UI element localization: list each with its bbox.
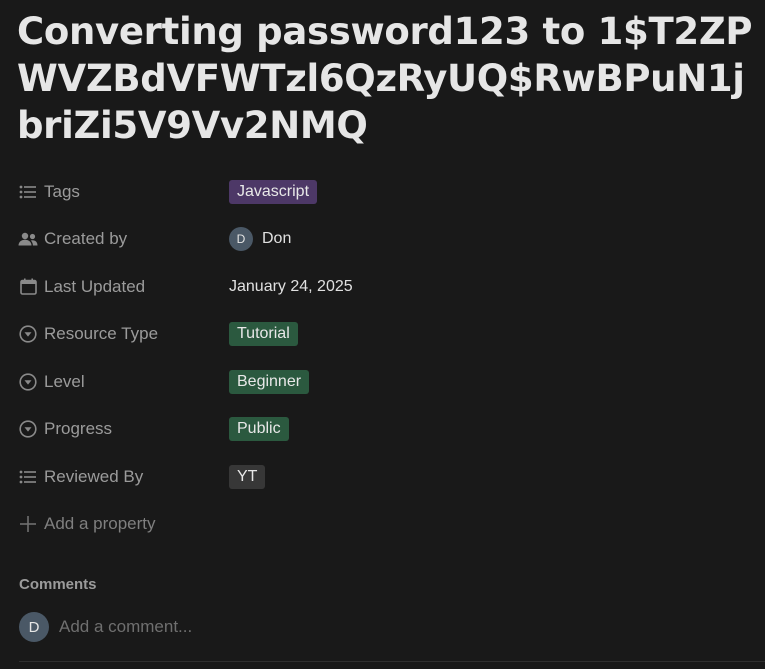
comments-heading: Comments bbox=[19, 576, 97, 593]
add-property-label[interactable]: Add a property bbox=[17, 514, 229, 534]
property-label-text: Progress bbox=[44, 419, 113, 439]
property-label-reviewed-by[interactable]: Reviewed By bbox=[17, 467, 229, 487]
property-label-text: Resource Type bbox=[44, 324, 159, 344]
select-icon bbox=[17, 372, 39, 392]
property-value-created-by[interactable]: D Don bbox=[229, 227, 292, 252]
property-row-reviewed-by: Reviewed By YT bbox=[17, 453, 737, 501]
property-label-text: Last Updated bbox=[44, 276, 146, 296]
list-icon bbox=[17, 182, 39, 202]
property-value-reviewed-by[interactable]: YT bbox=[229, 464, 266, 489]
property-value-resource-type[interactable]: Tutorial bbox=[229, 322, 298, 347]
creator-name: Don bbox=[262, 230, 292, 248]
tag-badge[interactable]: Javascript bbox=[229, 179, 318, 204]
people-icon bbox=[17, 229, 39, 249]
list-icon bbox=[17, 467, 39, 487]
property-row-last-updated: Last Updated January 24, 2025 bbox=[17, 263, 737, 311]
properties-panel: Tags Javascript Created by D Don Last Up… bbox=[17, 168, 737, 548]
property-label-text: Reviewed By bbox=[44, 466, 144, 486]
property-label-progress[interactable]: Progress bbox=[17, 419, 229, 439]
property-value-level[interactable]: Beginner bbox=[229, 369, 310, 394]
property-label-last-updated[interactable]: Last Updated bbox=[17, 277, 229, 297]
property-value-tags[interactable]: Javascript bbox=[229, 179, 318, 204]
page: Converting password123 to 1$T2ZPWVZBdVFW… bbox=[0, 0, 765, 669]
last-updated-date: January 24, 2025 bbox=[229, 277, 353, 295]
property-label-resource-type[interactable]: Resource Type bbox=[17, 324, 229, 344]
comment-composer: D bbox=[19, 612, 659, 642]
calendar-icon bbox=[17, 277, 39, 297]
property-row-resource-type: Resource Type Tutorial bbox=[17, 311, 737, 359]
page-title[interactable]: Converting password123 to 1$T2ZPWVZBdVFW… bbox=[17, 0, 757, 149]
property-value-last-updated: January 24, 2025 bbox=[229, 278, 353, 296]
select-badge[interactable]: Tutorial bbox=[229, 322, 298, 347]
property-label-level[interactable]: Level bbox=[17, 372, 229, 392]
avatar: D bbox=[229, 227, 253, 252]
avatar: D bbox=[19, 612, 49, 642]
select-badge[interactable]: Beginner bbox=[229, 369, 310, 394]
select-badge[interactable]: Public bbox=[229, 417, 289, 442]
divider bbox=[19, 661, 765, 662]
property-value-progress[interactable]: Public bbox=[229, 417, 289, 442]
select-icon bbox=[17, 419, 39, 439]
property-row-progress: Progress Public bbox=[17, 406, 737, 454]
property-label-tags[interactable]: Tags bbox=[17, 182, 229, 202]
comment-input[interactable] bbox=[59, 617, 659, 637]
property-label-created-by[interactable]: Created by bbox=[17, 229, 229, 249]
add-property-button[interactable]: Add a property bbox=[17, 501, 737, 549]
property-row-tags: Tags Javascript bbox=[17, 168, 737, 216]
property-row-level: Level Beginner bbox=[17, 358, 737, 406]
plus-icon bbox=[17, 514, 39, 534]
property-row-created-by: Created by D Don bbox=[17, 216, 737, 264]
reviewer-badge[interactable]: YT bbox=[229, 464, 266, 489]
property-label-text: Tags bbox=[44, 181, 80, 201]
select-icon bbox=[17, 324, 39, 344]
property-label-text: Level bbox=[44, 371, 85, 391]
property-label-text: Created by bbox=[44, 229, 128, 249]
add-property-text: Add a property bbox=[44, 514, 156, 534]
